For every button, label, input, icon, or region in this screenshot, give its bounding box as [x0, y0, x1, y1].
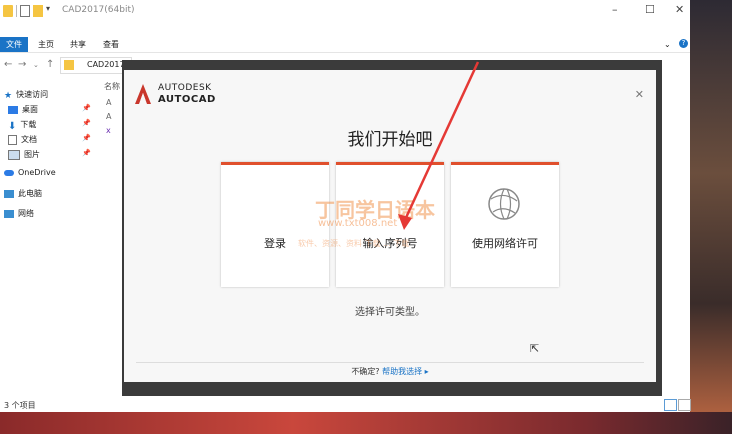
sidebar-item-desktop[interactable]: 桌面 [8, 104, 38, 115]
file-item[interactable]: x [106, 126, 111, 135]
column-header-name[interactable]: 名称 [104, 81, 120, 92]
new-folder-icon[interactable] [33, 5, 43, 17]
status-bar: 3 个项目 [0, 398, 691, 412]
sidebar-item-label: 下载 [20, 120, 37, 129]
folder-icon [64, 60, 74, 70]
sidebar-item-quick-access[interactable]: ★ 快速访问 [4, 89, 49, 101]
item-count: 3 个项目 [4, 401, 36, 410]
up-arrow-icon[interactable]: ↑ [46, 59, 54, 70]
sidebar-item-label: 网络 [18, 209, 34, 218]
file-item[interactable]: A [106, 98, 111, 107]
back-arrow-icon[interactable]: ← [4, 59, 12, 70]
minimize-button[interactable]: – [612, 3, 618, 16]
desktop-wallpaper-right [687, 0, 732, 434]
sidebar-item-label: OneDrive [18, 168, 56, 177]
page-title: 我们开始吧 [347, 130, 433, 150]
sign-in-card[interactable]: 登录 [221, 162, 329, 287]
watermark-subtitle: 软件、资源、资料 下载 ... 下载 [298, 239, 410, 248]
star-icon: ★ [4, 90, 13, 101]
sidebar-item-label: 快速访问 [16, 90, 49, 99]
computer-icon [4, 189, 14, 198]
pin-icon[interactable]: 📌 [82, 149, 91, 157]
help-me-choose-link[interactable]: 帮助我选择 [382, 367, 422, 376]
watermark-url: www.txt008.net [318, 218, 398, 229]
tab-file[interactable]: 文件 [0, 37, 28, 52]
globe-icon [488, 188, 520, 220]
chevron-right-icon[interactable]: ▸ [425, 367, 429, 376]
pin-icon[interactable]: 📌 [82, 104, 91, 112]
mouse-cursor-icon: ⇱ [530, 342, 540, 355]
sidebar-item-documents[interactable]: 文档 [8, 134, 37, 145]
large-icons-view-button[interactable] [678, 399, 691, 411]
sidebar-item-this-pc[interactable]: 此电脑 [4, 188, 42, 199]
network-license-card[interactable]: 使用网络许可 [451, 162, 559, 287]
close-icon[interactable]: ✕ [635, 88, 644, 101]
recent-chevron-icon[interactable]: ⌄ [33, 61, 39, 69]
sidebar-item-label: 图片 [24, 150, 40, 159]
chevron-down-icon[interactable]: ▾ [46, 4, 54, 16]
pin-icon[interactable]: 📌 [82, 134, 91, 142]
tab-home[interactable]: 主页 [38, 37, 54, 52]
file-item[interactable]: A [106, 112, 111, 121]
footer-text: 不确定? [351, 367, 380, 376]
window-title: CAD2017(64bit) [62, 5, 135, 15]
navigation-pane: ★ 快速访问 桌面 📌 ⬇ 下载 📌 文档 📌 图片 📌 OneDrive 此电脑 … [0, 85, 95, 395]
network-icon [4, 209, 14, 218]
sidebar-item-pictures[interactable]: 图片 [8, 149, 40, 160]
ribbon-tabs: 文件 主页 共享 查看 ⌄ ? [0, 37, 690, 53]
sidebar-item-label: 此电脑 [18, 189, 42, 198]
help-icon[interactable]: ? [679, 39, 688, 48]
brand-autodesk: AUTODESK [158, 83, 212, 93]
sidebar-item-label: 桌面 [22, 105, 38, 114]
cloud-icon [4, 169, 14, 176]
card-label: 使用网络许可 [472, 237, 538, 250]
sidebar-item-network[interactable]: 网络 [4, 208, 34, 219]
tab-share[interactable]: 共享 [70, 37, 86, 52]
chevron-down-icon[interactable]: ⌄ [664, 37, 671, 52]
sidebar-item-downloads[interactable]: ⬇ 下载 [8, 119, 37, 132]
divider [16, 5, 17, 17]
details-view-button[interactable] [664, 399, 677, 411]
license-type-hint: 选择许可类型。 [355, 307, 425, 318]
sidebar-item-label: 文档 [21, 135, 37, 144]
desktop-icon [8, 105, 18, 114]
download-icon: ⬇ [8, 120, 17, 132]
title-bar: ▾ CAD2017(64bit) – ☐ ✕ [0, 0, 690, 22]
sidebar-item-onedrive[interactable]: OneDrive [4, 168, 56, 177]
maximize-button[interactable]: ☐ [645, 3, 655, 16]
desktop-wallpaper-bottom [0, 412, 732, 434]
close-button[interactable]: ✕ [675, 3, 684, 16]
folder-icon[interactable] [3, 5, 13, 17]
picture-icon [8, 149, 20, 160]
tab-view[interactable]: 查看 [103, 37, 119, 52]
divider [136, 362, 644, 363]
document-icon [8, 134, 17, 145]
properties-icon[interactable] [20, 5, 30, 17]
brand-autocad: AUTOCAD [158, 94, 216, 105]
forward-arrow-icon[interactable]: → [18, 59, 26, 70]
autocad-logo-icon [135, 84, 151, 104]
footer: 不确定? 帮助我选择 ▸ [124, 366, 656, 377]
pin-icon[interactable]: 📌 [82, 119, 91, 127]
